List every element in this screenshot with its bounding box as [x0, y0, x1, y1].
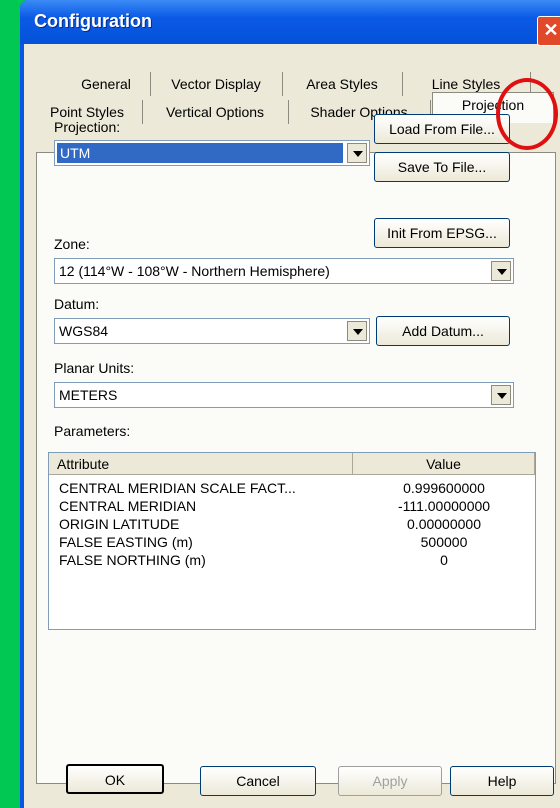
help-button[interactable]: Help — [450, 766, 554, 796]
projection-select[interactable]: UTM — [54, 140, 370, 166]
attribute-cell: FALSE EASTING (m) — [59, 534, 193, 550]
table-row[interactable]: CENTRAL MERIDIAN SCALE FACT... 0.9996000… — [49, 479, 535, 497]
tab-area-styles[interactable]: Area Styles — [282, 72, 403, 96]
parameters-label: Parameters: — [54, 423, 131, 439]
title-bar[interactable]: Configuration — [20, 0, 560, 44]
datum-select[interactable]: WGS84 — [54, 318, 370, 344]
ok-button[interactable]: OK — [66, 764, 164, 794]
zone-label: Zone: — [54, 236, 90, 252]
annotation-clip — [548, 78, 560, 150]
value-cell: 0.00000000 — [407, 516, 481, 532]
zone-value: 12 (114°W - 108°W - Northern Hemisphere) — [59, 263, 330, 279]
close-icon[interactable]: ✕ — [537, 16, 560, 46]
table-row[interactable]: FALSE EASTING (m) 500000 — [49, 533, 535, 551]
chevron-down-icon[interactable] — [347, 143, 367, 163]
table-row[interactable]: FALSE NORTHING (m) 0 — [49, 551, 535, 569]
table-row[interactable]: CENTRAL MERIDIAN -111.00000000 — [49, 497, 535, 515]
apply-button[interactable]: Apply — [338, 766, 442, 796]
tab-general[interactable]: General — [62, 72, 151, 96]
add-datum-button[interactable]: Add Datum... — [376, 316, 510, 346]
projection-value: UTM — [57, 143, 343, 163]
planar-units-label: Planar Units: — [54, 360, 135, 376]
save-to-file-button[interactable]: Save To File... — [374, 152, 510, 182]
attribute-cell: CENTRAL MERIDIAN — [59, 498, 197, 514]
init-from-epsg-button[interactable]: Init From EPSG... — [374, 218, 510, 248]
planar-units-select[interactable]: METERS — [54, 382, 514, 408]
attribute-cell: FALSE NORTHING (m) — [59, 552, 206, 568]
chevron-down-icon[interactable] — [491, 261, 511, 281]
column-header-attribute[interactable]: Attribute — [49, 453, 353, 475]
datum-value: WGS84 — [59, 323, 109, 339]
value-cell: 0 — [440, 552, 448, 568]
tab-vertical-options[interactable]: Vertical Options — [142, 100, 289, 124]
column-header-value[interactable]: Value — [353, 453, 535, 475]
value-cell: -111.00000000 — [397, 498, 491, 514]
chevron-down-icon[interactable] — [491, 385, 511, 405]
datum-label: Datum: — [54, 296, 100, 312]
projection-label: Projection: — [54, 119, 121, 135]
table-row[interactable]: ORIGIN LATITUDE 0.00000000 — [49, 515, 535, 533]
zone-select[interactable]: 12 (114°W - 108°W - Northern Hemisphere) — [54, 258, 514, 284]
cancel-button[interactable]: Cancel — [200, 766, 316, 796]
attribute-cell: ORIGIN LATITUDE — [59, 516, 180, 532]
tab-vector-display[interactable]: Vector Display — [150, 72, 283, 96]
window-title: Configuration — [34, 11, 152, 31]
attribute-cell: CENTRAL MERIDIAN SCALE FACT... — [59, 480, 296, 496]
load-from-file-button[interactable]: Load From File... — [374, 114, 510, 144]
value-cell: 0.999600000 — [403, 480, 485, 496]
dialog-client: General Vector Display Area Styles Line … — [24, 44, 560, 808]
planar-units-value: METERS — [59, 387, 118, 403]
parameters-list[interactable]: Attribute Value CENTRAL MERIDIAN SCALE F… — [48, 452, 536, 630]
value-cell: 500000 — [420, 534, 468, 550]
configuration-window: Configuration General Vector Display Are… — [20, 0, 560, 808]
chevron-down-icon[interactable] — [347, 321, 367, 341]
